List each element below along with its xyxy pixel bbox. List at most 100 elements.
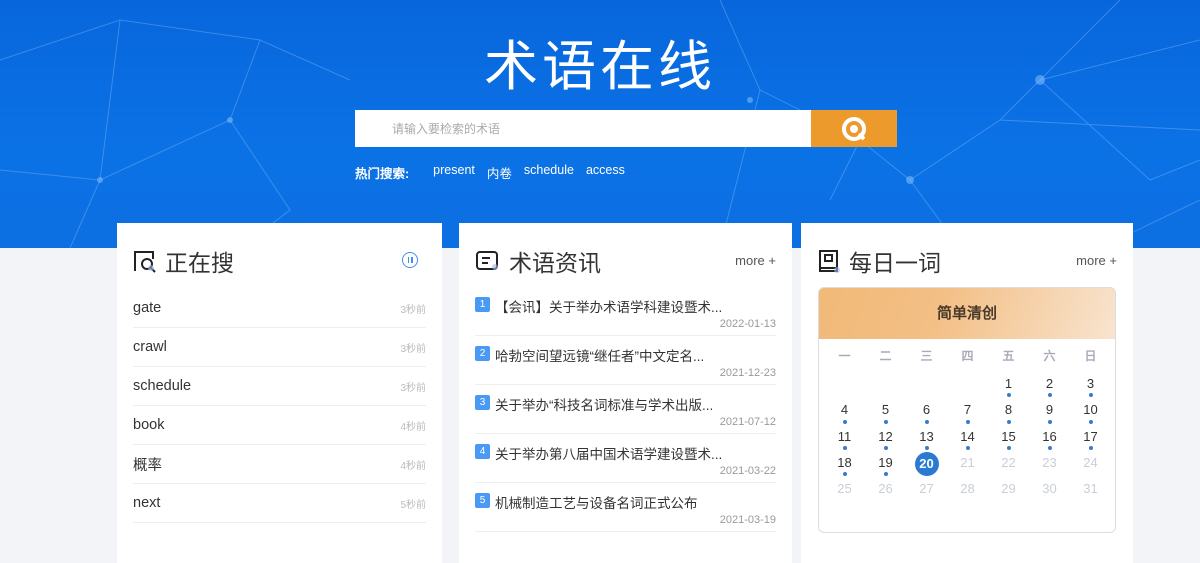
search-bar xyxy=(355,110,897,147)
news-title[interactable]: 机械制造工艺与设备名词正式公布 xyxy=(495,492,698,512)
search-item[interactable]: 概率 4秒前 xyxy=(133,445,426,484)
calendar-day[interactable]: 10 xyxy=(1070,399,1111,425)
calendar-day[interactable]: 6 xyxy=(906,399,947,425)
rank-badge: 1 xyxy=(475,297,490,312)
calendar-day[interactable]: 8 xyxy=(988,399,1029,425)
calendar-day[interactable]: 9 xyxy=(1029,399,1070,425)
rank-badge: 3 xyxy=(475,395,490,410)
hot-search-label: 热门搜索: xyxy=(355,167,410,181)
rank-badge: 5 xyxy=(475,493,490,508)
calendar-day[interactable]: 16 xyxy=(1029,426,1070,452)
calendar-day[interactable]: 2 xyxy=(1029,373,1070,399)
search-time: 3秒前 xyxy=(400,343,426,355)
search-term: crawl xyxy=(133,339,167,355)
weekday-label: 二 xyxy=(879,349,892,363)
hot-search-link[interactable]: present xyxy=(433,163,475,182)
calendar-day[interactable]: 4 xyxy=(824,399,865,425)
weekday-label: 日 xyxy=(1084,349,1097,363)
news-item[interactable]: 4 关于举办第八届中国术语学建设暨术... 2021-03-22 xyxy=(475,434,776,483)
news-item[interactable]: 2 哈勃空间望远镜“继任者”中文定名... 2021-12-23 xyxy=(475,336,776,385)
book-icon xyxy=(819,250,840,273)
search-time: 5秒前 xyxy=(400,499,426,511)
news-date: 2021-03-22 xyxy=(719,465,776,477)
search-term: schedule xyxy=(133,378,192,394)
calendar-day[interactable]: 3 xyxy=(1070,373,1111,399)
news-panel: 术语资讯 more + 1 【会讯】关于举办术语学科建设暨术... 2022-01-… xyxy=(459,223,792,563)
calendar-day-today[interactable]: 20 xyxy=(906,451,947,478)
search-time: 4秒前 xyxy=(400,421,426,433)
search-item[interactable]: next 5秒前 xyxy=(133,484,426,523)
calendar-day[interactable]: 19 xyxy=(865,452,906,478)
search-button[interactable] xyxy=(811,110,897,147)
calendar-empty-cell xyxy=(947,373,988,399)
hot-searches: 热门搜索: present 内卷 schedule access xyxy=(355,163,637,182)
hot-search-link[interactable]: access xyxy=(586,163,625,182)
calendar-day[interactable]: 18 xyxy=(824,452,865,478)
search-term: 概率 xyxy=(133,457,162,474)
calendar-day: 25 xyxy=(837,481,852,497)
news-date: 2021-12-23 xyxy=(719,367,776,379)
search-time: 3秒前 xyxy=(400,304,426,316)
news-title[interactable]: 关于举办“科技名词标准与学术出版... xyxy=(495,394,713,414)
news-item[interactable]: 5 机械制造工艺与设备名词正式公布 2021-03-19 xyxy=(475,483,776,532)
rank-badge: 2 xyxy=(475,346,490,361)
search-document-icon xyxy=(134,251,156,273)
calendar-day[interactable]: 11 xyxy=(824,426,865,452)
weekday-label: 五 xyxy=(1002,349,1015,363)
calendar-day[interactable]: 13 xyxy=(906,426,947,452)
calendar-day[interactable]: 7 xyxy=(947,399,988,425)
search-icon xyxy=(842,116,866,141)
news-title[interactable]: 关于举办第八届中国术语学建设暨术... xyxy=(495,443,722,463)
calendar-day: 24 xyxy=(1083,454,1098,470)
calendar-day: 31 xyxy=(1083,481,1098,497)
weekday-label: 一 xyxy=(838,349,851,363)
calendar-day[interactable]: 14 xyxy=(947,426,988,452)
calendar-empty-cell xyxy=(865,373,906,399)
calendar-day[interactable]: 5 xyxy=(865,399,906,425)
calendar-day: 23 xyxy=(1042,454,1057,470)
news-title[interactable]: 【会讯】关于举办术语学科建设暨术... xyxy=(495,296,722,316)
search-item[interactable]: book 4秒前 xyxy=(133,406,426,445)
rank-badge: 4 xyxy=(475,444,490,459)
search-term: book xyxy=(133,417,165,433)
search-item[interactable]: crawl 3秒前 xyxy=(133,328,426,367)
search-term: gate xyxy=(133,300,162,316)
more-link[interactable]: more + xyxy=(1076,253,1117,268)
site-logo: 术语在线 xyxy=(484,35,716,98)
calendar-empty-cell xyxy=(906,373,947,399)
search-item[interactable]: schedule 3秒前 xyxy=(133,367,426,406)
hot-search-link[interactable]: schedule xyxy=(524,163,574,182)
search-time: 4秒前 xyxy=(400,460,426,472)
weekday-label: 三 xyxy=(920,349,933,363)
search-term: next xyxy=(133,495,161,511)
calendar-day[interactable]: 12 xyxy=(865,426,906,452)
news-title[interactable]: 哈勃空间望远镜“继任者”中文定名... xyxy=(495,345,704,365)
calendar-day: 29 xyxy=(1001,481,1016,497)
hero-banner: 术语在线 热门搜索: present 内卷 schedule access xyxy=(0,0,1200,248)
weekday-header: 一 二 三 四 五 六 日 xyxy=(819,339,1115,373)
panel-title: 正在搜 xyxy=(165,251,234,277)
calendar-day[interactable]: 15 xyxy=(988,426,1029,452)
hot-search-link[interactable]: 内卷 xyxy=(487,163,512,182)
calendar-day: 26 xyxy=(878,481,893,497)
weekday-label: 六 xyxy=(1043,349,1056,363)
search-input[interactable] xyxy=(355,110,811,147)
news-date: 2021-07-12 xyxy=(719,416,776,428)
pause-button[interactable] xyxy=(402,252,418,268)
searching-now-panel: 正在搜 gate 3秒前 crawl 3秒前 schedule 3秒前 book 4秒前… xyxy=(117,223,442,563)
calendar-day: 30 xyxy=(1042,481,1057,497)
calendar-day: 21 xyxy=(960,454,975,470)
panel-title: 术语资讯 xyxy=(509,251,601,277)
calendar: 简单清创 一 二 三 四 五 六 日 1 2 3 4 5 6 7 8 9 10 11 12 13 14 15… xyxy=(818,287,1116,533)
calendar-empty-cell xyxy=(824,373,865,399)
calendar-day[interactable]: 17 xyxy=(1070,426,1111,452)
news-item[interactable]: 1 【会讯】关于举办术语学科建设暨术... 2022-01-13 xyxy=(475,287,776,336)
calendar-day: 27 xyxy=(919,481,934,497)
calendar-day: 22 xyxy=(1001,454,1016,470)
news-icon xyxy=(476,251,498,270)
calendar-day[interactable]: 1 xyxy=(988,373,1029,399)
more-link[interactable]: more + xyxy=(735,253,776,268)
weekday-label: 四 xyxy=(961,349,974,363)
news-item[interactable]: 3 关于举办“科技名词标准与学术出版... 2021-07-12 xyxy=(475,385,776,434)
search-time: 3秒前 xyxy=(400,382,426,394)
